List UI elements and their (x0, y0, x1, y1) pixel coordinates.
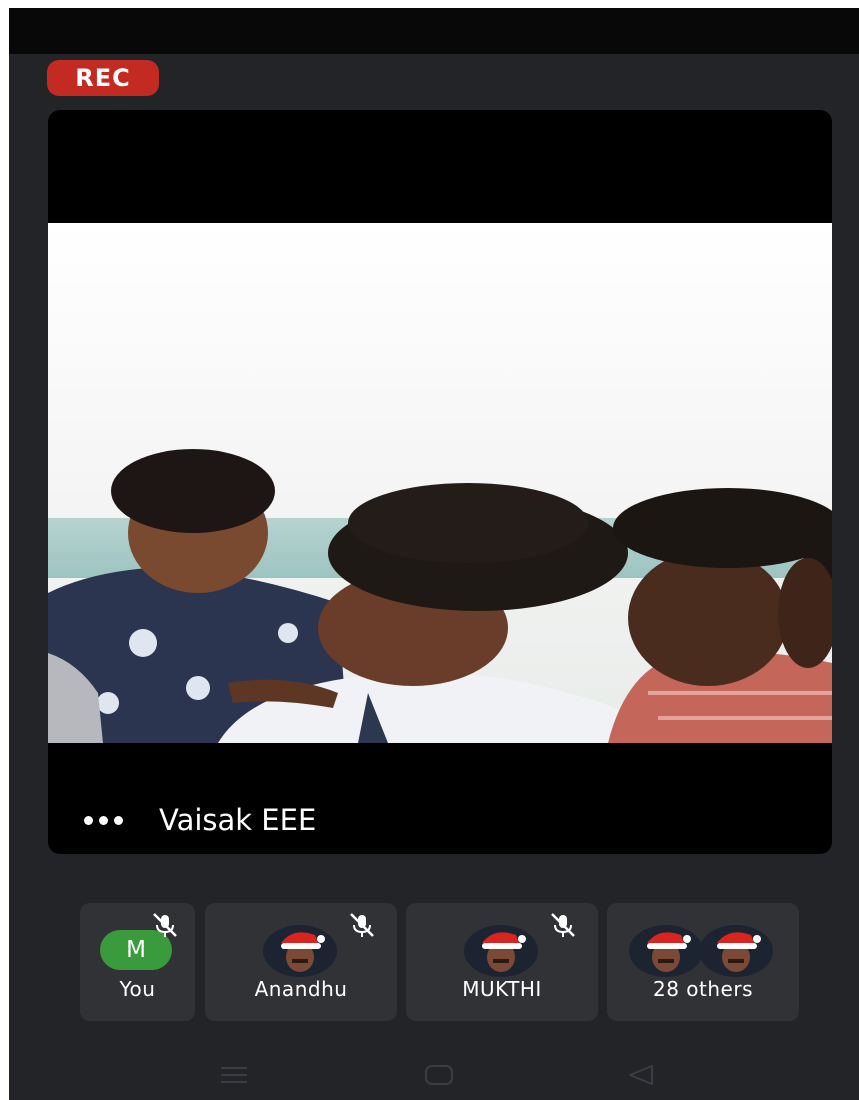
avatar (699, 925, 773, 977)
participant-name: You (119, 977, 156, 1001)
speaker-row: Vaisak EEE (84, 800, 316, 840)
mic-off-icon (350, 913, 374, 937)
speaker-name: Vaisak EEE (159, 803, 317, 837)
menu-lines-icon[interactable] (219, 1063, 249, 1087)
system-nav-bar (9, 1053, 859, 1100)
participant-tile-mukthi[interactable]: MUKTHI (406, 903, 598, 1021)
video-feed (48, 223, 832, 743)
avatar (263, 925, 337, 977)
mic-off-icon (551, 913, 575, 937)
main-video-tile[interactable]: Vaisak EEE (48, 110, 832, 854)
more-horizontal-icon[interactable] (84, 815, 123, 825)
avatar (464, 925, 538, 977)
meeting-screen: REC Vaisak EEE M You Anandhu MUKTHI 28 o… (9, 8, 859, 1100)
participant-name: Anandhu (254, 977, 348, 1001)
avatar (629, 925, 703, 977)
participant-name: 28 others (652, 977, 753, 1001)
mic-off-icon (153, 913, 177, 937)
participant-name: MUKTHI (462, 977, 542, 1001)
participant-tile-anandhu[interactable]: Anandhu (205, 903, 397, 1021)
participant-tile-you[interactable]: M You (80, 903, 195, 1021)
participant-tile-others[interactable]: 28 others (607, 903, 799, 1021)
status-bar (9, 8, 859, 54)
recording-badge: REC (47, 60, 159, 96)
home-square-icon[interactable] (424, 1063, 454, 1087)
back-triangle-icon[interactable] (626, 1063, 656, 1087)
